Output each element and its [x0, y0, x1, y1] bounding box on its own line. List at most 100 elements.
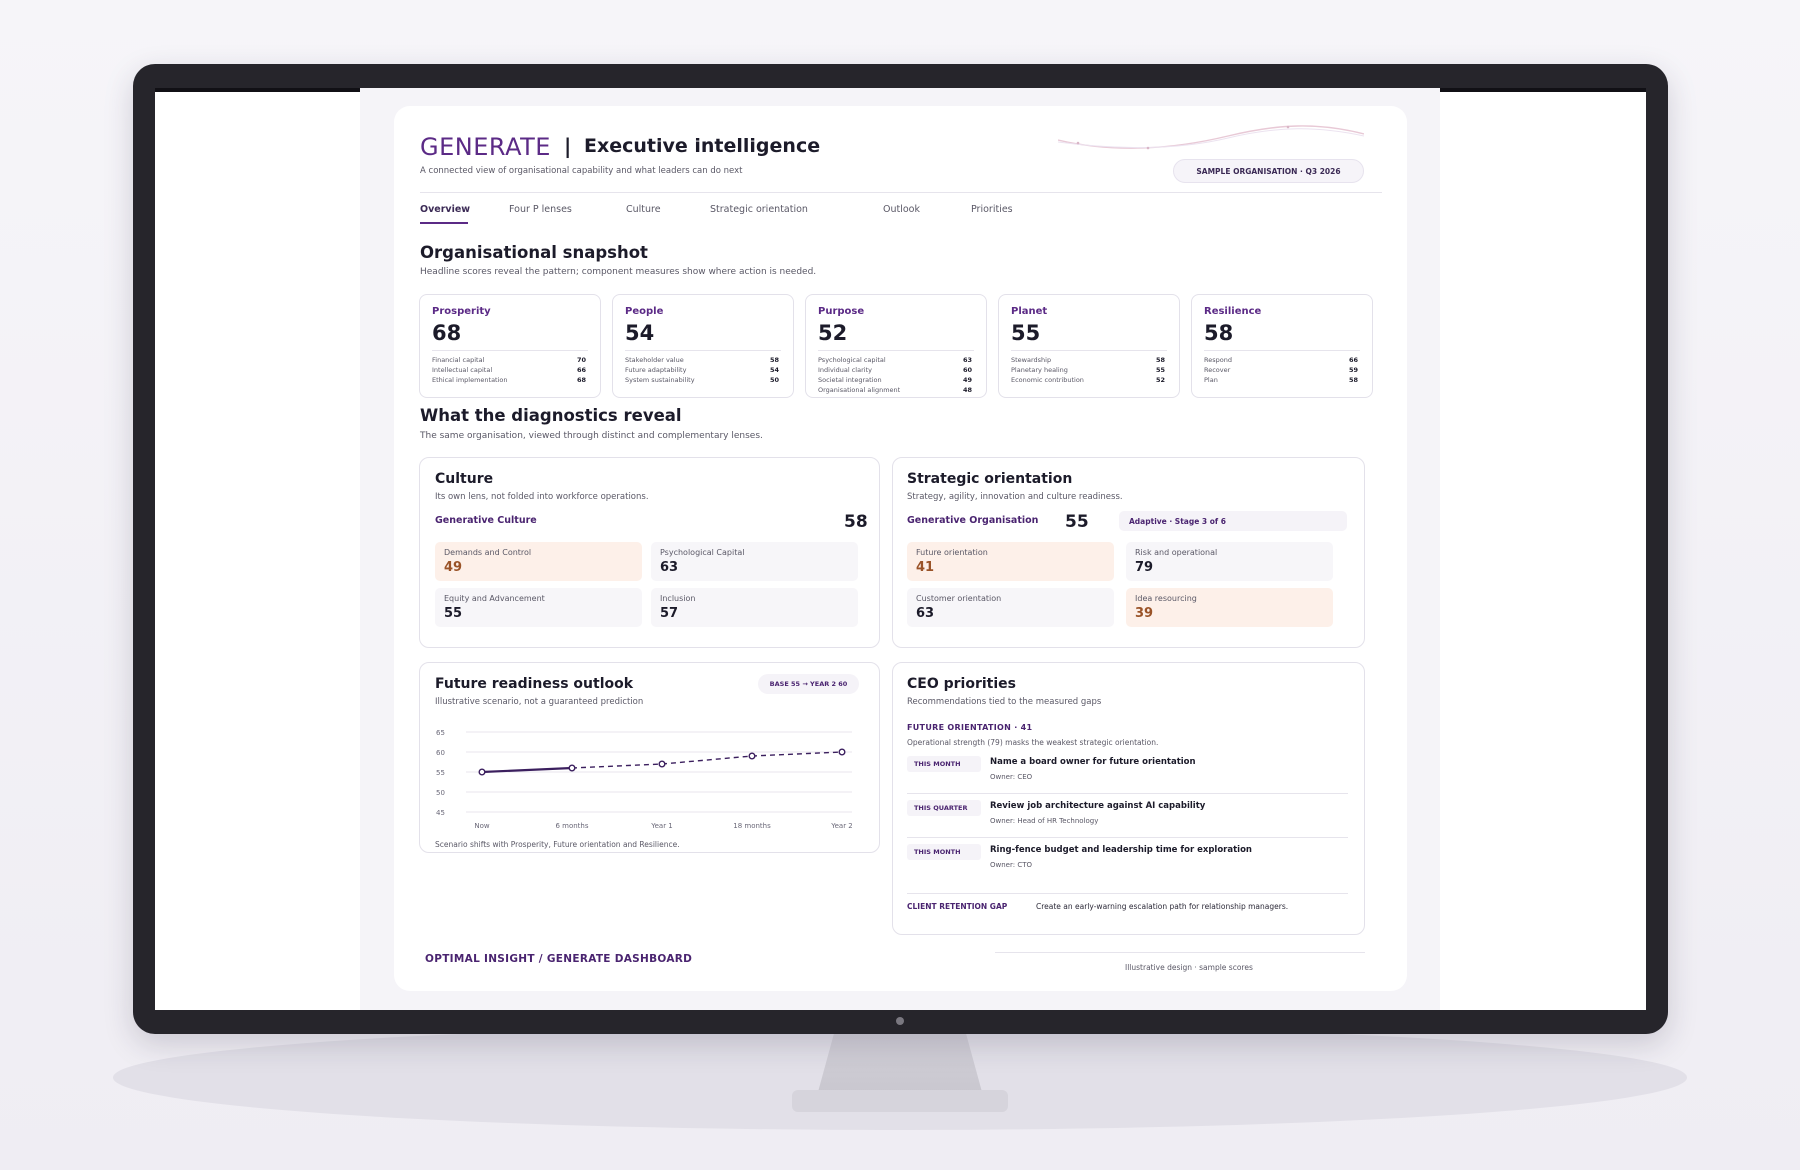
- chart-x-tick-label: Year 1: [650, 822, 673, 830]
- tab-overview[interactable]: Overview: [420, 204, 470, 215]
- power-indicator: [896, 1017, 904, 1025]
- chart-series-line-projected: [661, 755, 753, 765]
- component-row: System sustainability 50: [625, 376, 779, 384]
- chart-y-tick-label: 65: [436, 729, 445, 737]
- pillar-name: People: [625, 306, 664, 317]
- organisation-period-badge: SAMPLE ORGANISATION · Q3 2026: [1173, 159, 1364, 183]
- chart-data-point: [838, 748, 846, 756]
- page-title: Executive intelligence: [584, 135, 821, 157]
- culture-lens-label: Generative Culture: [435, 515, 537, 526]
- pillar-card-people[interactable]: People 54 Stakeholder value 58 Future ada…: [612, 294, 794, 398]
- snapshot-title: Organisational snapshot: [420, 243, 648, 262]
- priority-focus-note: Operational strength (79) masks the weak…: [907, 738, 1159, 747]
- tab-outlook[interactable]: Outlook: [883, 204, 920, 215]
- diagnostics-title: What the diagnostics reveal: [420, 406, 682, 425]
- header-divider: [420, 192, 1382, 193]
- outlook-base-badge: BASE 55 → YEAR 2 60: [758, 674, 859, 694]
- component-row: Stakeholder value 58: [625, 356, 779, 364]
- pillar-card-resilience[interactable]: Resilience 58 Respond 66 Recover 59 Plan 58: [1191, 294, 1373, 398]
- metric-value: 41: [916, 560, 935, 575]
- chart-series-line-actual: [481, 766, 573, 774]
- pillar-score: 52: [818, 321, 848, 345]
- priority-divider: [907, 893, 1348, 894]
- chart-x-tick-label: Year 2: [830, 822, 853, 830]
- metric-label: Demands and Control: [444, 548, 532, 557]
- metric-value: 39: [1135, 606, 1154, 621]
- priorities-subtitle: Recommendations tied to the measured gap…: [907, 697, 1102, 707]
- metric-label: Inclusion: [660, 594, 696, 603]
- chart-x-tick-label: Now: [474, 822, 490, 830]
- chart-data-point: [568, 764, 576, 772]
- brand-logo: GENERATE: [420, 133, 551, 161]
- metric-value: 63: [660, 560, 679, 575]
- priority-owner: Owner: CTO: [990, 861, 1032, 869]
- metric-future-orientation[interactable]: Future orientation 41: [907, 542, 1114, 581]
- priority-action-title[interactable]: Name a board owner for future orientatio…: [990, 757, 1196, 767]
- priority-divider: [907, 837, 1348, 838]
- tab-strategic-orientation[interactable]: Strategic orientation: [710, 204, 808, 215]
- component-row: Respond 66: [1204, 356, 1358, 364]
- metric-label: Future orientation: [916, 548, 988, 557]
- snapshot-subtitle: Headline scores reveal the pattern; comp…: [420, 267, 817, 277]
- chart-y-tick-label: 50: [436, 789, 445, 797]
- pillar-card-planet[interactable]: Planet 55 Stewardship 58 Planetary healin…: [998, 294, 1180, 398]
- footer-divider: [995, 952, 1365, 953]
- metric-risk-operational[interactable]: Risk and operational 79: [1126, 542, 1333, 581]
- tab-four-p-lenses[interactable]: Four P lenses: [509, 204, 572, 215]
- metric-equity-advancement[interactable]: Equity and Advancement 55: [435, 588, 642, 627]
- component-row: Intellectual capital 66: [432, 366, 586, 374]
- component-row: Plan 58: [1204, 376, 1358, 384]
- gap-label: CLIENT RETENTION GAP: [907, 902, 1008, 911]
- active-tab-indicator: [420, 222, 468, 224]
- metric-inclusion[interactable]: Inclusion 57: [651, 588, 858, 627]
- tab-priorities[interactable]: Priorities: [971, 204, 1013, 215]
- monitor-stand-base: [792, 1090, 1008, 1112]
- strategic-lens-label: Generative Organisation: [907, 515, 1039, 526]
- stage-badge: Adaptive · Stage 3 of 6: [1119, 511, 1347, 531]
- monitor-stand: [818, 1032, 982, 1092]
- component-row: Societal integration 49: [818, 376, 972, 384]
- pillar-card-purpose[interactable]: Purpose 52 Psychological capital 63 Indiv…: [805, 294, 987, 398]
- tab-culture[interactable]: Culture: [626, 204, 661, 215]
- chart-y-tick-label: 60: [436, 749, 445, 757]
- metric-value: 49: [444, 560, 463, 575]
- metric-value: 79: [1135, 560, 1154, 575]
- outlook-footnote: Scenario shifts with Prosperity, Future …: [435, 840, 680, 849]
- strategic-title: Strategic orientation: [907, 471, 1073, 487]
- chart-series-line-projected: [751, 751, 843, 757]
- metric-psychological-capital[interactable]: Psychological Capital 63: [651, 542, 858, 581]
- metric-value: 63: [916, 606, 935, 621]
- priority-action-title[interactable]: Ring-fence budget and leadership time fo…: [990, 845, 1252, 855]
- chart-y-tick-label: 45: [436, 809, 445, 817]
- component-row: Ethical implementation 68: [432, 376, 586, 384]
- pillar-divider: [1204, 350, 1360, 351]
- chart-y-tick-label: 55: [436, 769, 445, 777]
- component-row: Planetary healing 55: [1011, 366, 1165, 374]
- priority-divider: [907, 793, 1348, 794]
- component-row: Psychological capital 63: [818, 356, 972, 364]
- pillar-divider: [625, 350, 781, 351]
- priority-owner: Owner: Head of HR Technology: [990, 817, 1099, 825]
- outlook-line-chart: 65 60 55 50 45 Now 6 months Year 1 18 months Year…: [436, 729, 853, 830]
- priority-action-title[interactable]: Review job architecture against AI capab…: [990, 801, 1205, 811]
- component-row: Organisational alignment 48: [818, 386, 972, 394]
- pillar-card-prosperity[interactable]: Prosperity 68 Financial capital 70 Intell…: [419, 294, 601, 398]
- strategic-subtitle: Strategy, agility, innovation and cultur…: [907, 492, 1123, 502]
- chart-x-tick-label: 18 months: [733, 822, 771, 830]
- chart-data-point: [658, 760, 666, 768]
- chart-x-tick-label: 6 months: [555, 822, 588, 830]
- priority-focus-heading: FUTURE ORIENTATION · 41: [907, 723, 1033, 732]
- metric-value: 57: [660, 606, 679, 621]
- diagnostics-subtitle: The same organisation, viewed through di…: [420, 431, 763, 441]
- metric-label: Equity and Advancement: [444, 594, 545, 603]
- outlook-subtitle: Illustrative scenario, not a guaranteed …: [435, 697, 644, 707]
- chart-data-point: [478, 768, 486, 776]
- priority-timing-badge: THIS MONTH: [907, 844, 981, 860]
- pillar-name: Prosperity: [432, 306, 491, 317]
- metric-idea-resourcing[interactable]: Idea resourcing 39: [1126, 588, 1333, 627]
- priority-timing-badge: THIS QUARTER: [907, 800, 981, 816]
- component-row: Stewardship 58: [1011, 356, 1165, 364]
- metric-customer-orientation[interactable]: Customer orientation 63: [907, 588, 1114, 627]
- outlook-title: Future readiness outlook: [435, 676, 634, 692]
- metric-demands-control[interactable]: Demands and Control 49: [435, 542, 642, 581]
